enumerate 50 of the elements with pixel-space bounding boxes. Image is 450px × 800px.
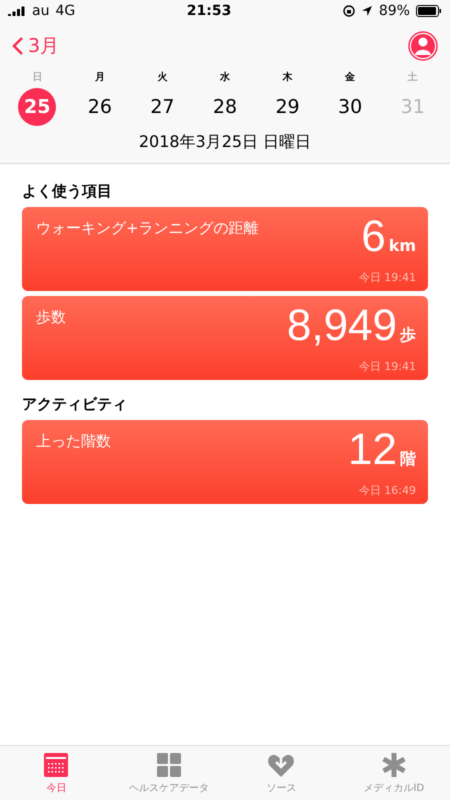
metric-timestamp: 今日 19:41 [358,359,416,374]
tab-item[interactable]: メディカルID [338,746,450,800]
signal-icon [8,6,26,16]
weekday-label: 土 [408,70,418,84]
day-button[interactable]: 25 [18,88,56,126]
heart-download-icon [267,752,296,778]
metric-card[interactable]: 歩数 8,949 歩 今日 19:41 [22,296,428,380]
network-type: 4G [55,3,76,19]
clock-time: 21:53 [186,3,232,19]
grid-icon [156,752,182,778]
selected-date: 2018年3月25日 日曜日 [138,131,312,153]
weekday-label: 木 [282,70,293,84]
rotation-lock-icon [342,5,355,17]
day-button[interactable]: 26 [80,88,119,126]
metric-timestamp: 今日 19:41 [358,270,416,285]
weekday-label: 水 [220,70,230,84]
metric-unit: 階 [400,449,416,470]
metric-title: 歩数 [36,307,66,328]
metric-title: ウォーキング+ランニングの距離 [36,218,259,239]
tab-item[interactable]: ヘルスケアデータ [112,746,225,800]
metric-value: 6 [361,215,386,259]
day-button[interactable]: 30 [331,88,370,126]
metric-value: 8,949 [286,304,397,348]
calendar-icon [43,752,70,778]
profile-avatar-icon[interactable] [408,31,438,61]
section-title: アクティビティ [22,394,128,415]
asterisk-icon [380,752,407,778]
weekday-label: 月 [94,71,105,84]
metric-card[interactable]: ウォーキング+ランニングの距離 6 km 今日 19:41 [22,207,428,291]
metric-unit: 歩 [400,325,416,346]
day-button[interactable]: 29 [268,88,307,126]
section-title: よく使う項目 [22,181,113,202]
weekday-label: 日 [32,71,42,84]
battery-percent: 89% [378,3,410,19]
chevron-left-icon [12,36,24,56]
metric-unit: km [388,236,416,255]
weekday-label: 火 [157,70,168,84]
day-button[interactable]: 27 [143,88,182,126]
weekday-label: 金 [345,70,356,84]
carrier-name: au [32,3,50,19]
metric-title: 上った階数 [36,431,111,452]
tab-item[interactable]: 今日 [0,746,112,800]
day-button[interactable]: 28 [206,88,244,126]
battery-icon [416,5,442,17]
back-button[interactable]: 3月 [12,33,60,59]
metric-value: 12 [348,428,397,472]
location-arrow-icon [360,5,373,17]
tab-item[interactable]: ソース [225,746,338,800]
metric-timestamp: 今日 16:49 [358,483,416,498]
metric-card[interactable]: 上った階数 12 階 今日 16:49 [22,420,428,504]
